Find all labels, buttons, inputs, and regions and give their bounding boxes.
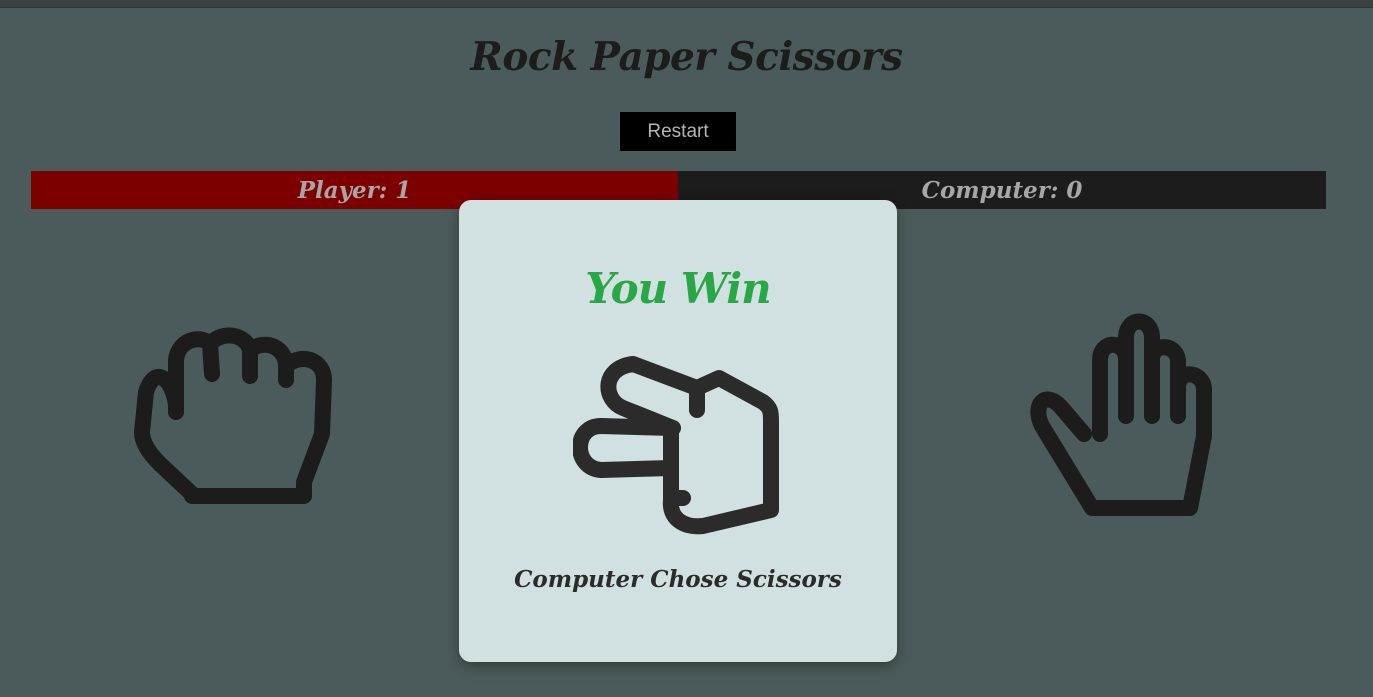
result-text: You Win xyxy=(585,264,771,313)
page-title: Rock Paper Scissors xyxy=(470,34,903,80)
scissors-hand-icon xyxy=(572,356,779,535)
computer-choice-image xyxy=(572,350,783,540)
paper-hand-icon xyxy=(1030,313,1212,516)
result-modal: You Win Computer Chose Scissors xyxy=(459,200,897,662)
rock-hand-icon xyxy=(134,327,332,504)
window-top-bar xyxy=(0,0,1373,8)
computer-choice-text: Computer Chose Scissors xyxy=(514,566,842,593)
restart-button[interactable]: Restart xyxy=(620,112,736,151)
paper-choice[interactable] xyxy=(1030,310,1220,525)
rock-choice[interactable] xyxy=(126,322,340,512)
